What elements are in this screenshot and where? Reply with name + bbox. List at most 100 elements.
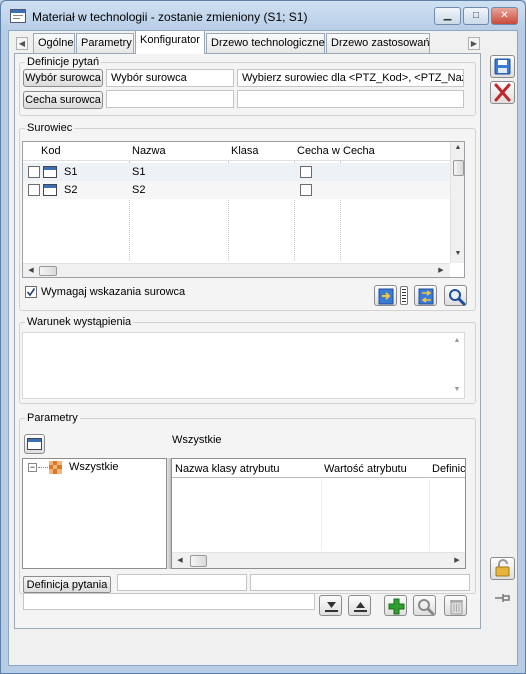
row-kod: S1 — [64, 166, 78, 178]
wybor-surowca-button[interactable]: Wybór surowca — [23, 69, 103, 87]
wybor-surowca-text-field[interactable]: Wybierz surowiec dla <PTZ_Kod>, <PTZ_Naz — [237, 69, 464, 87]
warunek-legend: Warunek wystąpienia — [25, 316, 134, 328]
move-down-button[interactable] — [319, 595, 342, 616]
delete-x-icon — [494, 83, 511, 102]
definicja-pytania-field[interactable] — [117, 574, 247, 591]
parametry-view-button[interactable] — [24, 434, 45, 454]
export-up-icon — [354, 602, 367, 612]
wybor-surowca-field[interactable]: Wybór surowca — [106, 69, 234, 87]
add-material-button[interactable] — [374, 285, 397, 306]
magnifier-icon — [418, 599, 435, 616]
puzzle-swap-icon — [418, 288, 434, 305]
column-header-wartosc[interactable]: Wartość atrybutu — [324, 460, 407, 478]
scroll-up-arrow[interactable]: ▲ — [452, 144, 464, 151]
preview-parameter-button[interactable] — [413, 595, 436, 616]
lock-button[interactable] — [490, 557, 515, 580]
row-cecha-w-checkbox[interactable] — [300, 184, 312, 196]
column-divider — [429, 479, 430, 551]
tab-parametry[interactable]: Parametry — [76, 33, 134, 53]
warunek-scrollbar[interactable]: ▲ ▼ — [450, 333, 464, 398]
tree-connector — [38, 467, 48, 468]
definicja-pytania-text-field[interactable] — [250, 574, 470, 591]
row-nazwa: S2 — [132, 184, 146, 196]
search-material-button[interactable] — [444, 285, 467, 306]
maximize-button[interactable]: □ — [463, 7, 489, 25]
cancel-button[interactable] — [490, 81, 515, 104]
tab-konfigurator[interactable]: Konfigurator — [135, 30, 205, 54]
delete-parameter-button[interactable] — [444, 595, 467, 616]
column-header-definicja[interactable]: Definic — [432, 460, 465, 478]
definicje-pytan-legend: Definicje pytań — [25, 56, 102, 68]
wymagaj-label: Wymagaj wskazania surowca — [41, 286, 186, 298]
grid-horizontal-scrollbar[interactable]: ◀ ▶ — [23, 263, 450, 277]
swap-material-button[interactable] — [414, 285, 437, 306]
scroll-down-arrow[interactable]: ▼ — [451, 386, 463, 393]
trash-icon — [450, 600, 463, 615]
column-header-nazwa[interactable]: Nazwa — [132, 142, 166, 160]
column-header-cecha-w[interactable]: Cecha w — [297, 142, 340, 160]
move-up-button[interactable] — [348, 595, 371, 616]
material-icon — [43, 166, 57, 178]
close-button[interactable]: ✕ — [491, 7, 518, 25]
magnifier-icon — [449, 289, 466, 306]
table-row[interactable]: S1 S1 — [23, 163, 450, 181]
cecha-surowca-field[interactable] — [106, 90, 234, 108]
column-header-cecha[interactable]: Cecha — [343, 142, 375, 160]
surowiec-grid: Kod Nazwa Klasa Cecha w Cecha S1 S1 S2 S… — [22, 141, 465, 278]
warunek-textarea[interactable]: ▲ ▼ — [22, 332, 465, 399]
tab-ogolne[interactable]: Ogólne — [33, 33, 75, 53]
scroll-right-arrow[interactable]: ▶ — [451, 556, 463, 564]
grid-vertical-scrollbar[interactable]: ▲ ▼ — [450, 142, 464, 263]
window-icon — [27, 438, 42, 450]
header-divider — [23, 160, 450, 161]
parametry-header-label: Wszystkie — [172, 434, 222, 446]
tree-node-wszystkie[interactable]: Wszystkie — [69, 461, 119, 473]
scroll-thumb[interactable] — [453, 160, 464, 176]
parametry-tree: − Wszystkie — [22, 458, 167, 569]
definicja-pytania-button[interactable]: Definicja pytania — [23, 576, 111, 593]
puzzle-add-icon — [378, 288, 394, 305]
attributes-horizontal-scrollbar[interactable]: ◀ ▶ — [172, 552, 465, 568]
surowiec-legend: Surowiec — [25, 122, 75, 134]
scroll-thumb[interactable] — [190, 555, 207, 567]
import-down-icon — [325, 602, 338, 612]
attributes-grid: Nazwa klasy atrybutu Wartość atrybutu De… — [171, 458, 466, 569]
add-parameter-button[interactable] — [384, 595, 407, 616]
row-cecha-w-checkbox[interactable] — [300, 166, 312, 178]
checkmark-icon — [26, 288, 36, 297]
wymagaj-checkbox[interactable] — [25, 286, 37, 298]
minimize-button[interactable]: ▁ — [434, 7, 461, 25]
table-row[interactable]: S2 S2 — [23, 181, 450, 199]
tab-scroll-right-button[interactable]: ▶ — [468, 37, 480, 50]
tab-scroll-left-button[interactable]: ◀ — [16, 37, 28, 50]
scroll-down-arrow[interactable]: ▼ — [452, 250, 464, 257]
column-header-nazwa-klasy[interactable]: Nazwa klasy atrybutu — [175, 460, 280, 478]
parametry-legend: Parametry — [25, 412, 80, 424]
scroll-left-arrow[interactable]: ◀ — [25, 266, 37, 274]
window-app-icon — [10, 9, 26, 23]
scroll-thumb[interactable] — [39, 266, 57, 276]
padlock-icon — [495, 559, 510, 577]
scroll-right-arrow[interactable]: ▶ — [435, 266, 447, 274]
pin-icon — [495, 594, 510, 602]
row-select-checkbox[interactable] — [28, 166, 40, 178]
title-bar: Materiał w technologii - zostanie zmieni… — [8, 8, 428, 26]
attribute-class-icon — [49, 461, 62, 474]
scroll-up-arrow[interactable]: ▲ — [451, 337, 463, 344]
save-button[interactable] — [490, 55, 515, 78]
tree-collapse-toggle[interactable]: − — [28, 463, 37, 472]
tab-drzewo-zastosowan[interactable]: Drzewo zastosowań — [326, 33, 430, 53]
cecha-surowca-button[interactable]: Cecha surowca — [23, 91, 103, 109]
column-divider — [321, 479, 322, 551]
plus-icon — [388, 598, 405, 615]
pin-button[interactable] — [490, 587, 515, 610]
parametry-bottom-field[interactable] — [23, 593, 315, 610]
column-header-klasa[interactable]: Klasa — [231, 142, 259, 160]
scroll-left-arrow[interactable]: ◀ — [174, 556, 186, 564]
drag-handle-icon[interactable] — [400, 286, 408, 305]
cecha-surowca-text-field[interactable] — [237, 90, 464, 108]
tab-drzewo-technologiczne[interactable]: Drzewo technologiczne — [206, 33, 325, 53]
row-nazwa: S1 — [132, 166, 146, 178]
row-select-checkbox[interactable] — [28, 184, 40, 196]
column-header-kod[interactable]: Kod — [41, 142, 61, 160]
